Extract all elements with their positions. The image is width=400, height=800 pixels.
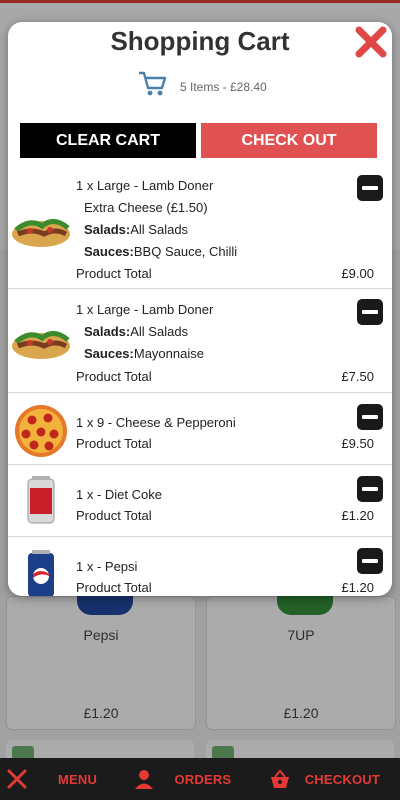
remove-item-button[interactable] <box>357 404 383 430</box>
item-title: 1 x Large - Lamb Doner <box>76 178 214 193</box>
cart-item: 1 x Large - Lamb Doner Extra Cheese (£1.… <box>8 166 392 289</box>
nav-menu-label: MENU <box>58 771 98 787</box>
remove-item-button[interactable] <box>357 548 383 574</box>
nav-orders-label: ORDERS <box>174 771 232 787</box>
salads-key: Salads: <box>84 222 131 237</box>
remove-item-button[interactable] <box>357 476 383 502</box>
product-total-label: Product Total <box>76 266 152 281</box>
nav-orders[interactable]: ORDERS <box>134 758 231 800</box>
sauces-key: Sauces: <box>84 346 134 361</box>
remove-item-button[interactable] <box>357 299 383 325</box>
clear-cart-button[interactable]: CLEAR CART <box>20 123 196 158</box>
cart-item: 1 x - Diet Coke Product Total £1.20 <box>8 464 392 537</box>
item-title: 1 x - Pepsi <box>76 559 138 574</box>
pizza-image <box>15 405 67 457</box>
product-total-label: Product Total <box>76 369 152 384</box>
sauces-value: BBQ Sauce, Chilli <box>133 244 238 259</box>
item-sauces: Sauces:Mayonnaise <box>84 346 204 361</box>
kebab-wrap-image <box>12 219 70 247</box>
product-total-value: £1.20 <box>341 580 374 595</box>
product-total-label: Product Total <box>76 580 152 595</box>
sauces-value: Mayonnaise <box>133 346 204 361</box>
item-title: 1 x - Diet Coke <box>76 487 162 502</box>
product-total-label: Product Total <box>76 436 152 451</box>
item-title: 1 x 9 - Cheese & Pepperoni <box>76 415 236 430</box>
bottom-navigation: MENU ORDERS CHECKOUT <box>0 758 400 800</box>
cart-item: 1 x 9 - Cheese & Pepperoni Product Total… <box>8 392 392 465</box>
nav-checkout-label: CHECKOUT <box>304 771 380 787</box>
item-salads: Salads:All Salads <box>84 222 188 237</box>
product-total-value: £9.00 <box>341 266 374 281</box>
product-total-label: Product Total <box>76 508 152 523</box>
product-total-value: £7.50 <box>341 369 374 384</box>
basket-icon <box>269 769 291 789</box>
kebab-wrap-image <box>12 331 70 359</box>
modal-title: Shopping Cart <box>110 26 290 56</box>
cart-item-count: 5 Items - £28.40 <box>180 80 267 94</box>
item-title: 1 x Large - Lamb Doner <box>76 302 214 317</box>
salads-key: Salads: <box>84 324 131 339</box>
cart-item: 1 x Large - Lamb Doner Salads:All Salads… <box>8 288 392 393</box>
close-icon[interactable] <box>353 24 389 60</box>
nav-menu[interactable]: MENU <box>6 758 97 800</box>
check-out-button[interactable]: CHECK OUT <box>201 123 377 158</box>
cart-item: 1 x - Pepsi Product Total £1.20 <box>8 536 392 596</box>
fork-knife-icon <box>6 768 28 790</box>
shopping-cart-icon <box>139 71 167 96</box>
cart-summary: 5 Items - £28.40 <box>138 70 267 98</box>
item-salads: Salads:All Salads <box>84 324 188 339</box>
item-extra: Extra Cheese (£1.50) <box>84 200 208 215</box>
sauces-key: Sauces: <box>84 244 134 259</box>
product-total-value: £1.20 <box>341 508 374 523</box>
nav-checkout[interactable]: CHECKOUT <box>269 758 380 800</box>
pepsi-can-image <box>28 550 54 596</box>
product-total-value: £9.50 <box>341 436 374 451</box>
remove-item-button[interactable] <box>357 175 383 201</box>
diet-coke-can-image <box>27 476 55 524</box>
user-icon <box>134 769 154 789</box>
item-sauces: Sauces:BBQ Sauce, Chilli <box>84 244 237 259</box>
salads-value: All Salads <box>130 324 189 339</box>
cart-item-list[interactable]: 1 x Large - Lamb Doner Extra Cheese (£1.… <box>8 166 392 596</box>
salads-value: All Salads <box>130 222 189 237</box>
shopping-cart-modal: Shopping Cart 5 Items - £28.40 CLEAR CAR… <box>8 22 392 596</box>
